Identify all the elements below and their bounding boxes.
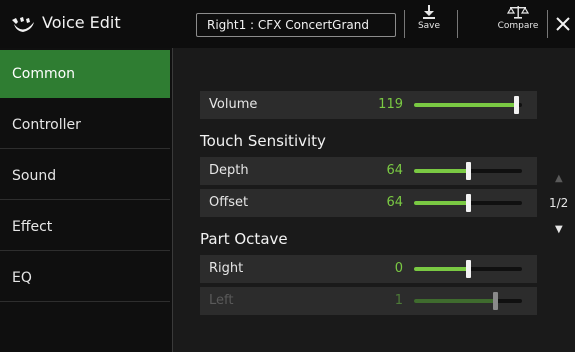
slider-fill xyxy=(414,267,468,271)
header-bar: Voice Edit Right1 : CFX ConcertGrand Sav… xyxy=(0,0,575,48)
depth-label: Depth xyxy=(209,163,249,178)
scroll-down-icon[interactable]: ▼ xyxy=(555,224,563,235)
depth-value: 64 xyxy=(386,163,403,178)
tab-effect[interactable]: Effect xyxy=(0,203,170,251)
save-label: Save xyxy=(417,21,441,31)
voice-name-field[interactable]: Right1 : CFX ConcertGrand xyxy=(196,13,396,37)
sidebar: Common Controller Sound Effect EQ xyxy=(0,48,173,352)
left-octave-label: Left xyxy=(209,293,234,308)
compare-label: Compare xyxy=(497,21,539,31)
compare-button[interactable]: Compare xyxy=(491,4,545,31)
left-octave-slider xyxy=(414,292,522,310)
page-indicator: 1/2 xyxy=(549,196,569,210)
parameter-panel: Volume 119 Touch Sensitivity Depth 64 Of… xyxy=(173,48,575,352)
scroll-up-icon[interactable]: ▲ xyxy=(555,173,563,184)
volume-slider[interactable] xyxy=(414,96,522,114)
tab-label: Common xyxy=(12,66,76,82)
tab-label: Effect xyxy=(12,219,53,235)
tab-label: Sound xyxy=(12,168,57,184)
compare-icon xyxy=(507,6,529,19)
slider-fill xyxy=(414,169,468,173)
tab-label: Controller xyxy=(12,117,81,133)
part-octave-heading: Part Octave xyxy=(200,230,288,248)
right-octave-label: Right xyxy=(209,261,244,276)
offset-label: Offset xyxy=(209,195,249,210)
save-button[interactable]: Save xyxy=(409,4,449,31)
volume-row[interactable]: Volume 119 xyxy=(200,91,537,119)
slider-fill xyxy=(414,299,495,303)
right-octave-slider[interactable] xyxy=(414,260,522,278)
offset-value: 64 xyxy=(386,195,403,210)
volume-value: 119 xyxy=(378,97,403,112)
right-octave-row[interactable]: Right 0 xyxy=(200,255,537,283)
divider xyxy=(404,10,405,38)
save-icon xyxy=(423,5,435,19)
left-octave-value: 1 xyxy=(394,293,403,308)
tab-controller[interactable]: Controller xyxy=(0,101,170,149)
depth-slider[interactable] xyxy=(414,162,522,180)
slider-thumb[interactable] xyxy=(466,162,471,180)
tab-eq[interactable]: EQ xyxy=(0,254,170,302)
offset-row[interactable]: Offset 64 xyxy=(200,189,537,217)
slider-thumb[interactable] xyxy=(513,96,519,114)
slider-fill xyxy=(414,201,468,205)
page-title: Voice Edit xyxy=(42,13,121,32)
tab-common[interactable]: Common xyxy=(0,50,170,98)
touch-sensitivity-heading: Touch Sensitivity xyxy=(200,132,326,150)
close-icon[interactable] xyxy=(553,12,573,36)
voice-edit-icon xyxy=(12,17,34,32)
divider xyxy=(457,10,458,38)
divider xyxy=(547,10,548,38)
right-octave-value: 0 xyxy=(394,261,403,276)
slider-fill xyxy=(414,103,516,107)
slider-thumb[interactable] xyxy=(466,194,471,212)
slider-thumb xyxy=(493,292,498,310)
tab-label: EQ xyxy=(12,270,32,286)
left-octave-row: Left 1 xyxy=(200,287,537,315)
slider-thumb[interactable] xyxy=(466,260,471,278)
offset-slider[interactable] xyxy=(414,194,522,212)
tab-sound[interactable]: Sound xyxy=(0,152,170,200)
depth-row[interactable]: Depth 64 xyxy=(200,157,537,185)
volume-label: Volume xyxy=(209,97,258,112)
